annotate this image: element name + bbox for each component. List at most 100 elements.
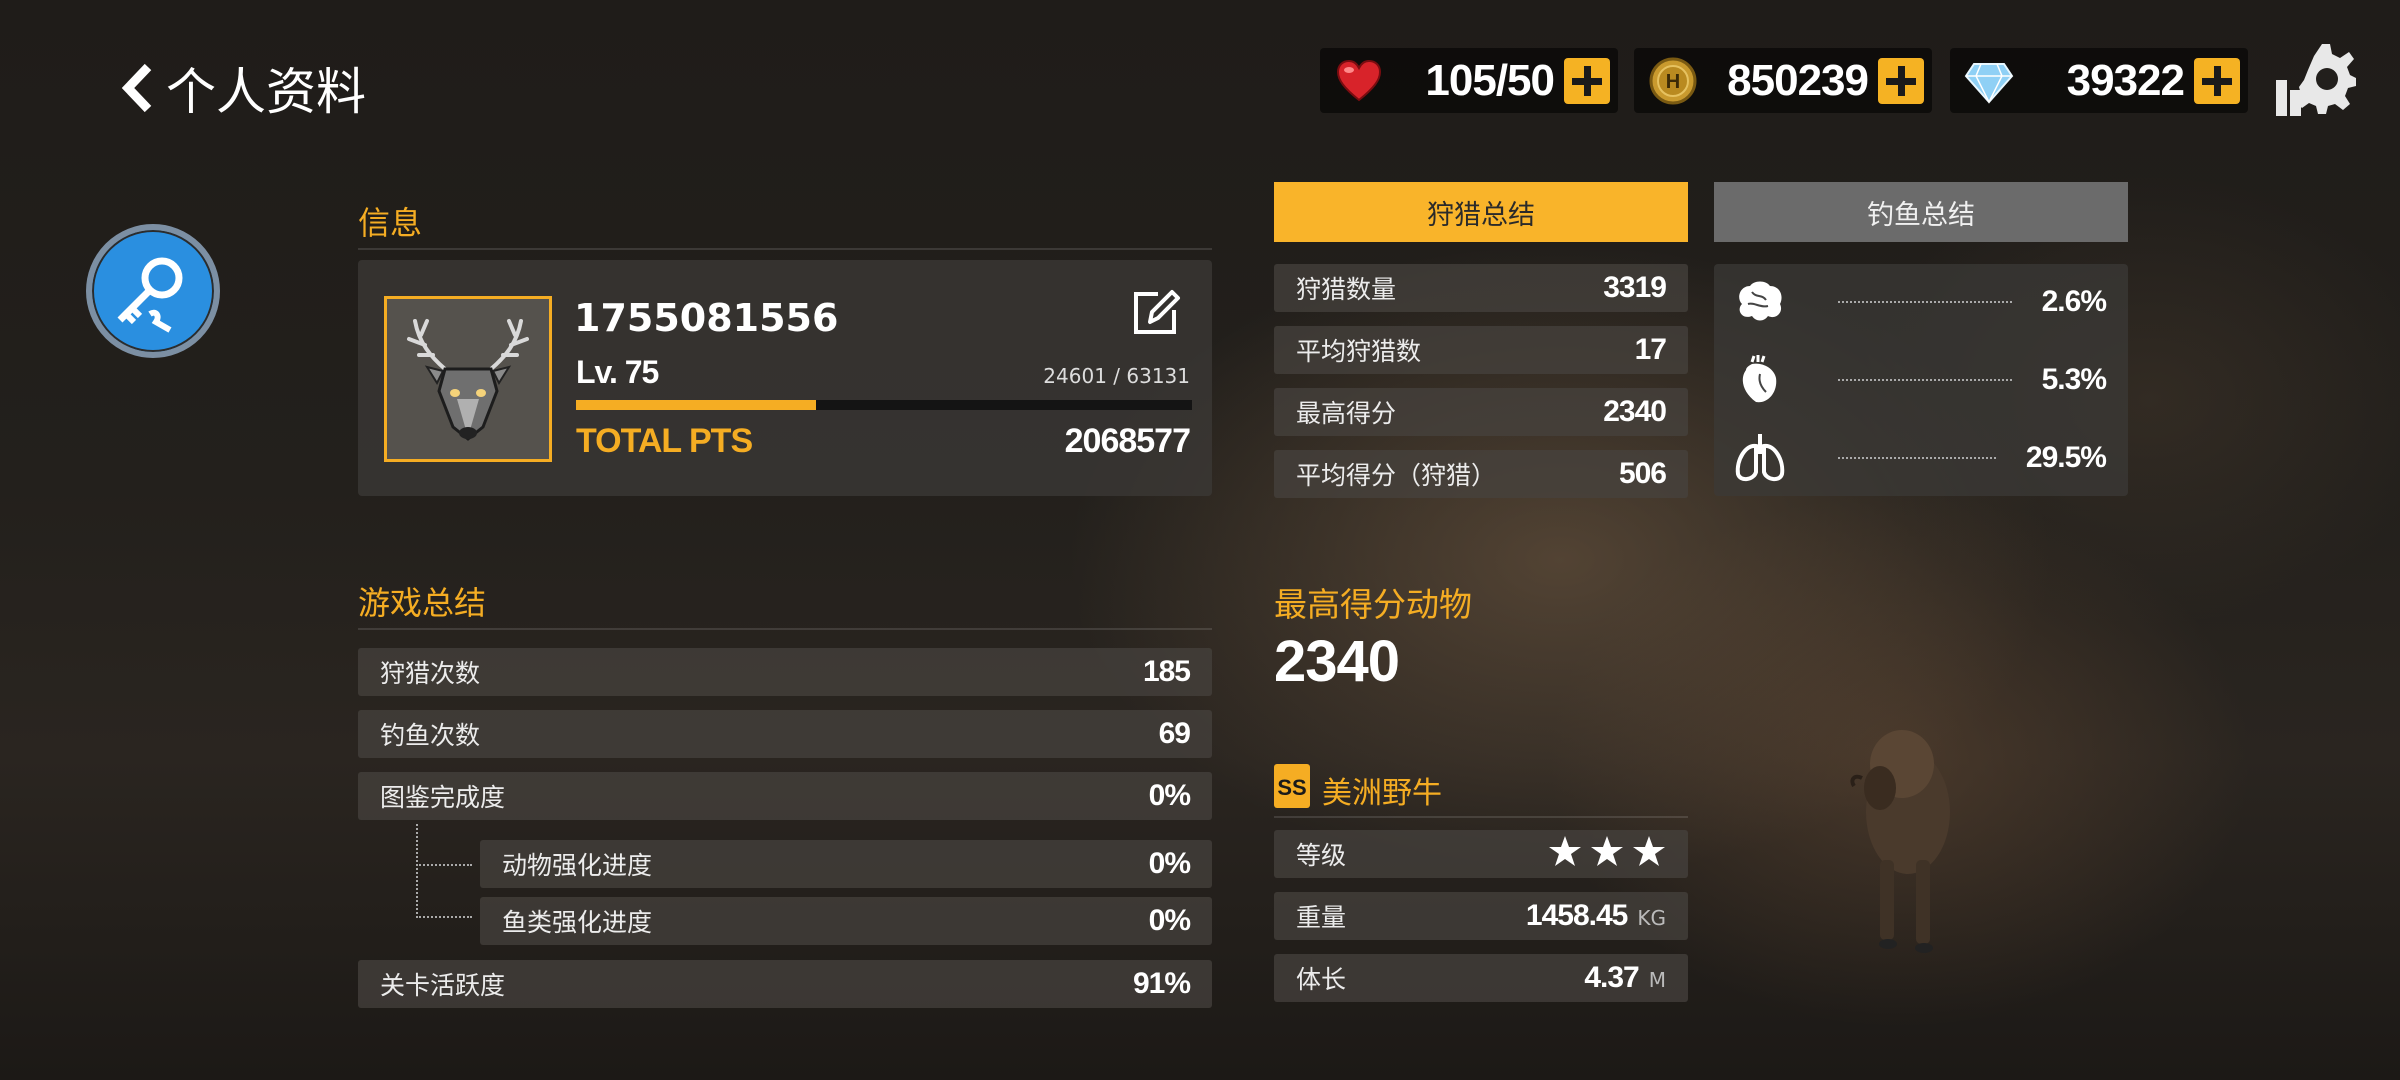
row-label: 鱼类强化进度 [502,908,653,937]
dotted-leader [1838,379,2012,381]
coin-icon: H [1649,57,1697,104]
row-label: 等级 [1296,841,1347,870]
organ-value: 5.3% [2041,363,2107,396]
hunting-row-count: 狩猎数量 3319 [1274,264,1688,312]
tab-fishing-summary[interactable]: 钓鱼总结 [1714,182,2128,242]
row-label: 图鉴完成度 [380,783,506,812]
weight-value: 1458.45 [1525,899,1628,932]
row-label: 最高得分 [1296,399,1397,428]
xp-text: 24601 / 63131 [1043,364,1190,388]
organ-hit-panel: 2.6% 5.3% 29.5% [1714,264,2128,496]
row-value: 17 [1634,333,1667,366]
row-value: 69 [1158,717,1191,750]
heart-organ-icon [1742,355,1777,403]
stat-row-collection: 图鉴完成度 0% [358,772,1212,820]
info-section-title: 信息 [358,204,423,242]
row-label: 动物强化进度 [502,851,653,880]
row-value: 91% [1132,967,1191,1000]
user-id: 1755081556 [574,296,839,340]
key-wrench-icon [117,257,183,333]
row-value: 185 [1142,655,1191,688]
coins-value: 850239 [1727,55,1869,105]
star-icon [1591,836,1623,866]
animal-grade-row: 等级 [1274,830,1688,878]
row-value: 0% [1148,847,1191,880]
hunting-row-average: 平均狩猎数 17 [1274,326,1688,374]
row-label: 狩猎数量 [1296,275,1397,304]
stat-row-fish-upgrade: 鱼类强化进度 0% [480,897,1212,945]
animal-name: 美洲野牛 [1322,776,1442,811]
gems-value: 39322 [2066,55,2185,105]
total-pts-value: 2068577 [1064,422,1191,460]
add-gems-button[interactable] [2194,57,2240,104]
deer-avatar-icon [407,319,529,441]
stat-row-activity: 关卡活跃度 91% [358,960,1212,1008]
animal-weight-row: 重量 1458.45 KG [1274,892,1688,940]
brain-icon [1739,281,1782,321]
weight-unit: KG [1637,906,1666,930]
hunting-row-avg-score: 平均得分（狩猎） 506 [1274,450,1688,498]
row-value: 0% [1148,904,1191,937]
profile-card: 1755081556 Lv. 75 24601 / 63131 TOTAL PT… [358,260,1212,496]
row-label: 重量 [1296,903,1347,932]
row-label: 平均得分（狩猎） [1296,461,1497,490]
hearts-counter: 105/50 [1320,48,1618,113]
tree-connector [416,864,472,866]
row-value: 0% [1148,779,1191,812]
row-label: 平均狩猎数 [1296,337,1422,366]
best-animal-title: 最高得分动物 [1274,585,1472,624]
best-animal-score: 2340 [1274,629,1400,694]
add-hearts-button[interactable] [1564,57,1610,104]
row-value: 506 [1618,457,1667,490]
organ-row-heart: 5.3% [1714,350,2128,410]
organ-value: 2.6% [2041,285,2107,318]
tree-connector [416,824,418,918]
bison-model[interactable] [1840,720,1970,960]
hearts-value: 105/50 [1425,55,1555,105]
dotted-leader [1838,301,2012,303]
xp-progress-fill [576,400,817,410]
lungs-icon [1735,434,1785,481]
stat-row-animal-upgrade: 动物强化进度 0% [480,840,1212,888]
avatar[interactable] [384,296,552,462]
dotted-leader [1838,457,1996,459]
grade-stars [1540,834,1666,874]
row-value: 3319 [1603,271,1667,304]
player-level: Lv. 75 [576,354,659,390]
star-icon [1633,836,1665,866]
diamond-icon [1964,62,2014,104]
page-title: 个人资料 [166,63,366,121]
total-pts-label: TOTAL PTS [576,422,753,460]
row-label: 关卡活跃度 [380,971,506,1000]
stat-row-hunt-count: 狩猎次数 185 [358,648,1212,696]
row-label: 狩猎次数 [380,659,481,688]
divider [358,248,1212,250]
row-label: 体长 [1296,965,1347,994]
rank-badge-icon: SS [1274,764,1310,808]
divider [1274,816,1688,818]
heart-icon [1336,59,1382,101]
edit-icon[interactable] [1128,286,1182,340]
game-summary-title: 游戏总结 [358,584,487,622]
settings-gear-icon[interactable] [2274,40,2356,118]
coins-counter: H 850239 [1634,48,1932,113]
stat-row-fishing-count: 钓鱼次数 69 [358,710,1212,758]
xp-progress-bar [576,400,1192,410]
row-label: 钓鱼次数 [380,721,481,750]
tool-shortcut-button[interactable] [86,224,220,358]
divider [358,628,1212,630]
hunting-row-best-score: 最高得分 2340 [1274,388,1688,436]
star-icon [1549,836,1581,866]
gems-counter: 39322 [1950,48,2248,113]
tab-hunting-summary[interactable]: 狩猎总结 [1274,182,1688,242]
length-value: 4.37 [1584,961,1639,994]
animal-length-row: 体长 4.37 M [1274,954,1688,1002]
organ-row-lungs: 29.5% [1714,428,2128,488]
svg-text:H: H [1666,71,1680,93]
chevron-left-icon [121,63,152,113]
length-unit: M [1648,968,1666,992]
add-coins-button[interactable] [1878,57,1924,104]
organ-value: 29.5% [2025,441,2107,474]
organ-row-brain: 2.6% [1714,272,2128,332]
back-button[interactable]: 个人资料 [118,52,366,124]
